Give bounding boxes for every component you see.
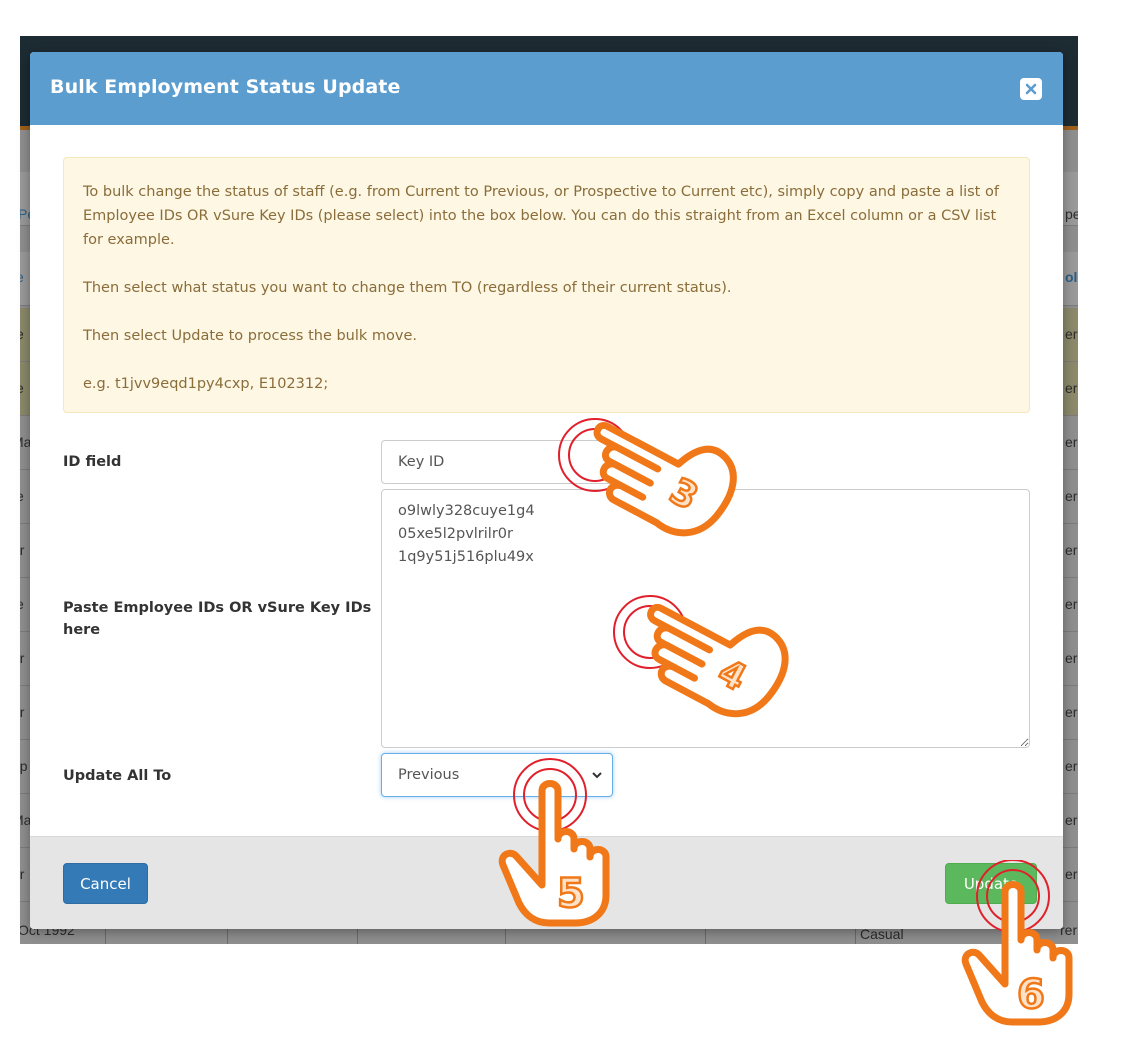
bg-right-cell: er [1065,596,1078,612]
bg-left-cell: ar [20,542,25,558]
bg-right-cell: er [1065,542,1078,558]
bg-left-cell: e [20,326,24,342]
bg-left-cell: e [20,488,24,504]
bg-right-cell: er [1065,434,1078,450]
bg-right-cell: pe [1065,206,1078,222]
modal-title: Bulk Employment Status Update [50,76,401,98]
modal-header: Bulk Employment Status Update [30,52,1063,125]
bg-left-cell: e [20,596,24,612]
bg-right-cell: er [1065,704,1078,720]
close-icon [1025,83,1037,95]
status-select-value: Previous [398,767,460,783]
paste-ids-label: Paste Employee IDs OR vSure Key IDs here [63,600,372,638]
update-all-label: Update All To [63,768,172,784]
id-field-label: ID field [63,454,122,470]
step-number: 5 [557,871,585,917]
pointer-hand-step-5: 5 [498,758,610,927]
pointer-hand-step-4: 4 [613,595,789,718]
cancel-button[interactable]: Cancel [63,863,148,904]
bg-right-cell: er [1065,812,1078,828]
instructions-paragraph: To bulk change the status of staff (e.g.… [83,184,999,248]
bg-left-cell: ur [20,866,25,882]
instructions-paragraph: Then select Update to process the bulk m… [83,328,418,344]
instructions-paragraph: Then select what status you want to chan… [83,280,732,296]
instructions-alert: To bulk change the status of staff (e.g.… [63,157,1030,413]
bg-right-cell: er [1065,758,1078,774]
bg-right-cell: er [1065,650,1078,666]
bg-left-cell: e [20,269,24,285]
bg-left-cell: ur [20,650,25,666]
instructions-example: e.g. t1jvv9eqd1py4cxp, E102312; [83,376,329,392]
close-button[interactable] [1020,78,1042,100]
bg-left-cell: ap [20,758,28,774]
step-number: 6 [1017,972,1045,1018]
bg-right-cell: er [1065,380,1078,396]
bg-left-cell: e [20,380,24,396]
pointer-hand-step-6: 6 [961,860,1073,1026]
bg-left-cell: ur [20,704,25,720]
pointer-hand-step-3: 3 [558,418,737,537]
bg-right-cell: er [1065,326,1078,342]
bg-right-cell: er [1065,488,1078,504]
bg-right-cell: olo [1065,269,1078,285]
